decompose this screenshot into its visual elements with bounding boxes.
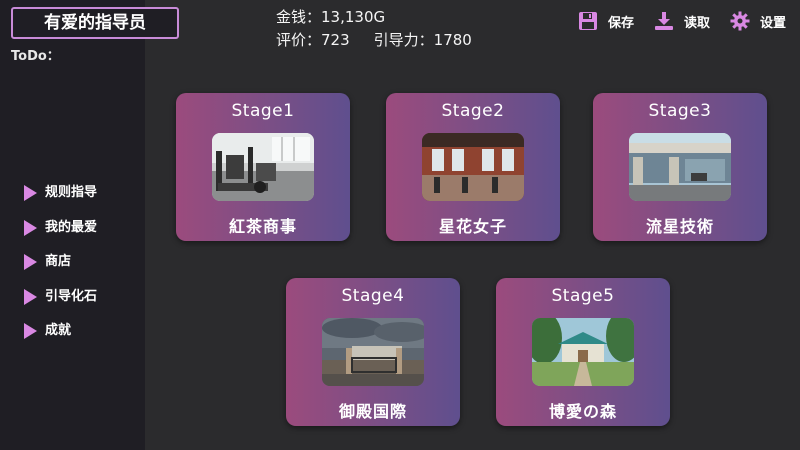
stage-name: 流星技術 bbox=[645, 217, 714, 236]
menu-item-label: 我的最爱 bbox=[45, 219, 98, 235]
load-button[interactable]: 读取 bbox=[654, 11, 710, 31]
rating-row: 评价：723 引导力：1780 bbox=[276, 29, 472, 52]
menu-item-shop[interactable]: 商店 bbox=[24, 252, 97, 287]
app-title: 有爱的指导员 bbox=[11, 7, 179, 39]
money-value: 13,130G bbox=[321, 8, 386, 26]
settings-label: 设置 bbox=[759, 15, 786, 31]
rating-label: 评价： bbox=[276, 31, 322, 49]
stage-thumbnail-hall bbox=[422, 133, 524, 201]
stage-card-2[interactable]: Stage2 星花女子 bbox=[386, 93, 560, 241]
download-icon bbox=[654, 12, 673, 30]
stage-card-5[interactable]: Stage5 博愛の森 bbox=[496, 278, 670, 426]
save-button[interactable]: 保存 bbox=[578, 11, 634, 31]
guide-power-label: 引导力： bbox=[373, 31, 434, 49]
arrow-right-icon bbox=[24, 185, 37, 201]
stage-title: Stage2 bbox=[441, 101, 505, 121]
money-row: 金钱：13,130G bbox=[276, 6, 472, 29]
gear-icon bbox=[730, 11, 750, 31]
arrow-right-icon bbox=[24, 219, 37, 236]
stage-thumbnail-gate bbox=[322, 318, 424, 386]
todo-label: ToDo： bbox=[11, 49, 60, 64]
arrow-right-icon bbox=[24, 288, 37, 305]
menu-item-label: 成就 bbox=[45, 323, 72, 338]
stage-name: 紅茶商事 bbox=[228, 217, 297, 236]
stage-thumbnail-forest bbox=[532, 318, 634, 386]
floppy-disk-icon bbox=[578, 12, 597, 30]
stage-name: 御殿国際 bbox=[338, 402, 407, 421]
rating-value: 723 bbox=[321, 31, 350, 49]
stage-title: Stage4 bbox=[341, 286, 405, 306]
stage-name: 星花女子 bbox=[438, 217, 507, 236]
stage-title: Stage3 bbox=[648, 101, 712, 121]
settings-button[interactable]: 设置 bbox=[730, 11, 786, 31]
arrow-right-icon bbox=[24, 323, 37, 339]
stage-card-1[interactable]: Stage1 紅茶商事 bbox=[176, 93, 350, 241]
save-label: 保存 bbox=[607, 15, 634, 31]
stage-title: Stage1 bbox=[231, 101, 295, 121]
menu-item-fossils[interactable]: 引导化石 bbox=[24, 287, 97, 322]
stage-thumbnail-building bbox=[629, 133, 731, 201]
menu-item-label: 引导化石 bbox=[45, 288, 98, 304]
player-stats: 金钱：13,130G 评价：723 引导力：1780 bbox=[276, 6, 472, 52]
load-label: 读取 bbox=[683, 15, 710, 31]
sidebar-menu: 规则指导 我的最爱 商店 引导化石 成就 bbox=[24, 183, 97, 356]
menu-item-label: 商店 bbox=[45, 254, 72, 269]
stage-name: 博愛の森 bbox=[548, 402, 617, 421]
menu-item-favorites[interactable]: 我的最爱 bbox=[24, 218, 97, 253]
menu-item-label: 规则指导 bbox=[45, 185, 98, 200]
guide-power-value: 1780 bbox=[433, 31, 472, 49]
arrow-right-icon bbox=[24, 254, 37, 270]
stage-card-4[interactable]: Stage4 御殿国際 bbox=[286, 278, 460, 426]
stage-thumbnail-gym bbox=[212, 133, 314, 201]
stage-card-3[interactable]: Stage3 流星技術 bbox=[593, 93, 767, 241]
money-label: 金钱： bbox=[276, 8, 322, 26]
menu-item-rules[interactable]: 规则指导 bbox=[24, 183, 97, 218]
stage-title: Stage5 bbox=[551, 286, 615, 306]
menu-item-achievements[interactable]: 成就 bbox=[24, 321, 97, 356]
toolbar: 保存 读取 设置 bbox=[558, 11, 786, 31]
